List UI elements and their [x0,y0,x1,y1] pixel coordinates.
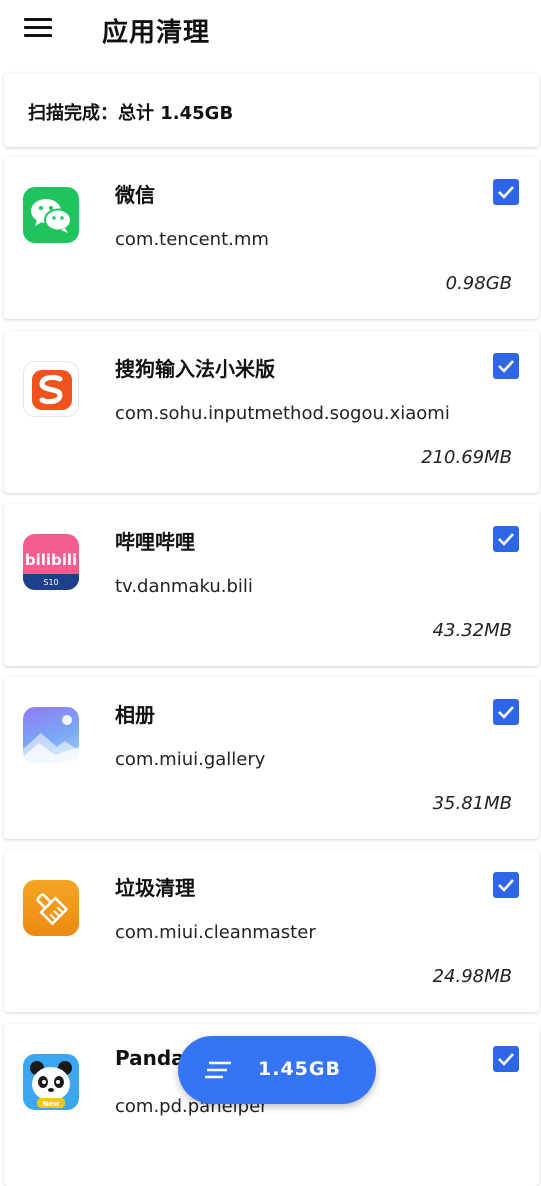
sort-lines-icon [205,1061,231,1079]
gallery-icon [23,707,79,763]
bilibili-icon: bilibili S10 [23,534,79,590]
app-checkbox[interactable] [493,353,519,379]
app-name: 微信 [115,183,155,207]
app-package: tv.danmaku.bili [115,576,253,597]
check-icon [498,360,514,373]
app-name: 搜狗输入法小米版 [115,357,275,381]
app-name: Panda [115,1046,185,1070]
scan-summary-text: 扫描完成：总计 1.45GB [28,103,234,124]
app-name: 垃圾清理 [115,876,195,900]
check-icon [498,879,514,892]
app-checkbox[interactable] [493,699,519,725]
app-name: 哔哩哔哩 [115,530,195,554]
svg-text:bilibili: bilibili [25,551,77,569]
app-package: com.miui.gallery [115,749,266,770]
check-icon [498,1053,514,1066]
app-card-wechat[interactable]: 微信 com.tencent.mm 0.98GB [4,157,539,319]
app-size: 35.81MB [432,793,512,814]
app-package: com.sohu.inputmethod.sogou.xiaomi [115,403,450,424]
app-card-cleaner[interactable]: 垃圾清理 com.miui.cleanmaster 24.98MB [4,850,539,1012]
app-name: 相册 [115,703,155,727]
cleaner-icon [23,880,79,936]
clean-total-button[interactable]: 1.45GB [178,1036,376,1104]
svg-text:S10: S10 [43,578,58,587]
app-package: com.tencent.mm [115,229,269,250]
app-bar: 应用清理 [0,0,541,62]
app-card-bilibili[interactable]: bilibili S10 哔哩哔哩 tv.danmaku.bili 43.32M… [4,504,539,666]
app-checkbox[interactable] [493,1046,519,1072]
svg-text:New: New [42,1100,60,1108]
check-icon [498,533,514,546]
app-package: com.miui.cleanmaster [115,922,316,943]
fab-label: 1.45GB [258,1058,341,1080]
check-icon [498,186,514,199]
sogou-icon [23,361,79,417]
hamburger-menu-icon[interactable] [24,18,52,38]
app-card-sogou[interactable]: 搜狗输入法小米版 com.sohu.inputmethod.sogou.xiao… [4,331,539,493]
app-checkbox[interactable] [493,179,519,205]
scan-summary-card: 扫描完成：总计 1.45GB [4,73,539,147]
check-icon [498,706,514,719]
app-size: 43.32MB [432,620,512,641]
panda-icon: New [23,1054,79,1110]
app-checkbox[interactable] [493,872,519,898]
app-size: 0.98GB [445,273,512,294]
app-card-gallery[interactable]: 相册 com.miui.gallery 35.81MB [4,677,539,839]
wechat-icon [23,187,79,243]
page-title: 应用清理 [102,18,211,48]
app-checkbox[interactable] [493,526,519,552]
app-size: 210.69MB [421,447,512,468]
app-size: 24.98MB [432,966,512,987]
